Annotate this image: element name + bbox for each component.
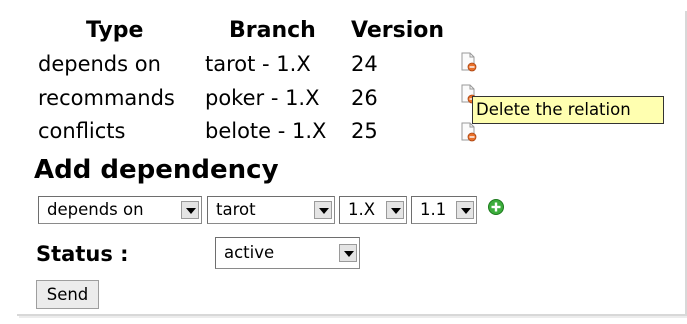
version-select-value: 1.1	[420, 200, 447, 219]
status-label: Status :	[36, 242, 129, 266]
delete-relation-icon[interactable]	[460, 52, 478, 72]
row-version: 26	[351, 86, 378, 110]
row-type: recommands	[38, 86, 175, 110]
row-version: 24	[351, 52, 378, 76]
row-branch: poker - 1.X	[205, 86, 320, 110]
chevron-down-icon	[456, 201, 474, 219]
row-type: conflicts	[38, 119, 126, 143]
version-select[interactable]: 1.1	[411, 196, 477, 224]
header-type: Type	[86, 18, 144, 43]
branch-select[interactable]: 1.X	[339, 196, 407, 224]
send-button[interactable]: Send	[36, 280, 99, 309]
status-select-value: active	[224, 243, 275, 262]
relation-select-value: depends on	[47, 200, 144, 219]
row-type: depends on	[38, 52, 161, 76]
delete-tooltip: Delete the relation	[472, 96, 664, 124]
row-branch: belote - 1.X	[205, 119, 327, 143]
status-select[interactable]: active	[215, 237, 360, 269]
chevron-down-icon	[339, 244, 357, 262]
header-branch: Branch	[229, 18, 316, 43]
project-select-value: tarot	[216, 200, 256, 219]
row-branch: tarot - 1.X	[205, 52, 311, 76]
chevron-down-icon	[386, 201, 404, 219]
branch-select-value: 1.X	[348, 200, 376, 219]
project-select[interactable]: tarot	[207, 196, 335, 224]
row-version: 25	[351, 119, 378, 143]
add-dependency-heading: Add dependency	[34, 155, 279, 185]
chevron-down-icon	[181, 201, 199, 219]
chevron-down-icon	[314, 201, 332, 219]
delete-relation-icon[interactable]	[460, 122, 478, 142]
relation-select[interactable]: depends on	[38, 196, 202, 224]
add-dependency-icon[interactable]	[487, 198, 505, 216]
header-version: Version	[351, 18, 445, 43]
